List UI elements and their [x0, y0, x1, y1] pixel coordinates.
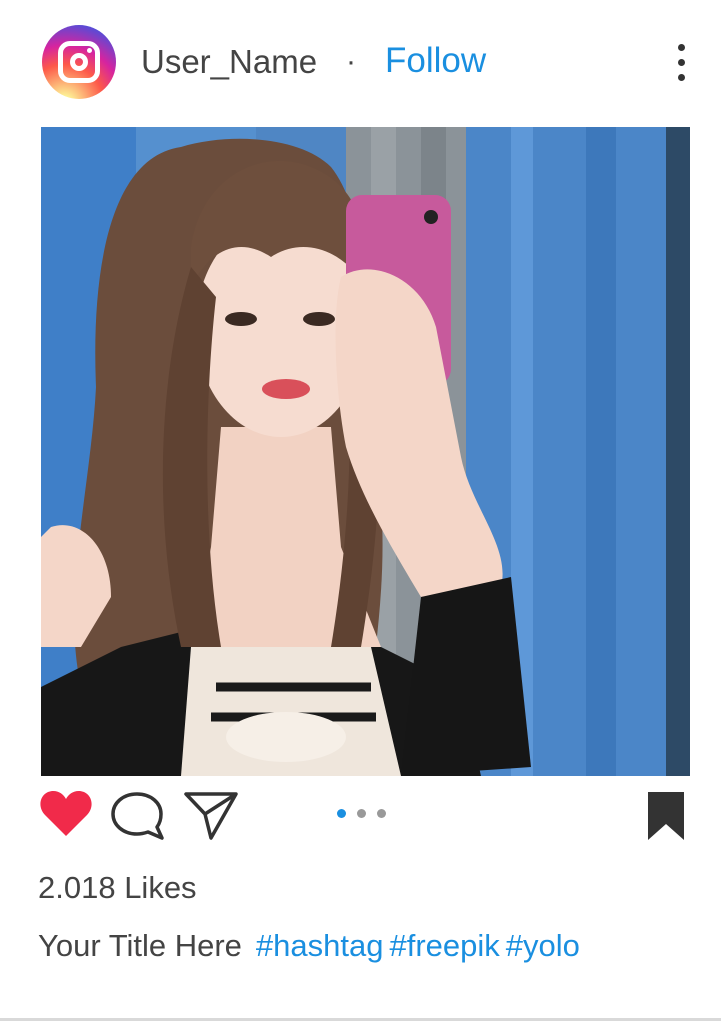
- carousel-dot: [377, 809, 386, 818]
- post-actions-bar: [0, 784, 721, 844]
- hashtag-list: #hashtag #freepik #yolo: [256, 928, 586, 963]
- profile-avatar[interactable]: [42, 25, 116, 99]
- hashtag-link[interactable]: #yolo: [506, 928, 580, 963]
- post-caption: Your Title Here #hashtag #freepik #yolo: [38, 924, 586, 968]
- username-link[interactable]: User_Name: [141, 42, 317, 82]
- carousel-dot-active: [337, 809, 346, 818]
- follow-button[interactable]: Follow: [385, 40, 486, 82]
- divider: [0, 1018, 721, 1021]
- bookmark-icon[interactable]: [646, 790, 686, 842]
- post-photo-illustration: [41, 127, 690, 776]
- hashtag-link[interactable]: #freepik: [389, 928, 499, 963]
- instagram-logo-icon: [58, 41, 100, 83]
- post-image[interactable]: [41, 127, 690, 776]
- hashtag-link[interactable]: #hashtag: [256, 928, 384, 963]
- carousel-dot: [357, 809, 366, 818]
- comment-icon[interactable]: [110, 790, 166, 842]
- heart-icon[interactable]: [39, 790, 93, 838]
- send-icon[interactable]: [183, 790, 239, 842]
- post-header: User_Name · Follow: [0, 0, 721, 124]
- caption-title: Your Title Here: [38, 928, 242, 963]
- more-vertical-icon[interactable]: [668, 42, 696, 84]
- likes-count[interactable]: 2.018 Likes: [38, 868, 197, 908]
- separator-dot: ·: [346, 45, 356, 78]
